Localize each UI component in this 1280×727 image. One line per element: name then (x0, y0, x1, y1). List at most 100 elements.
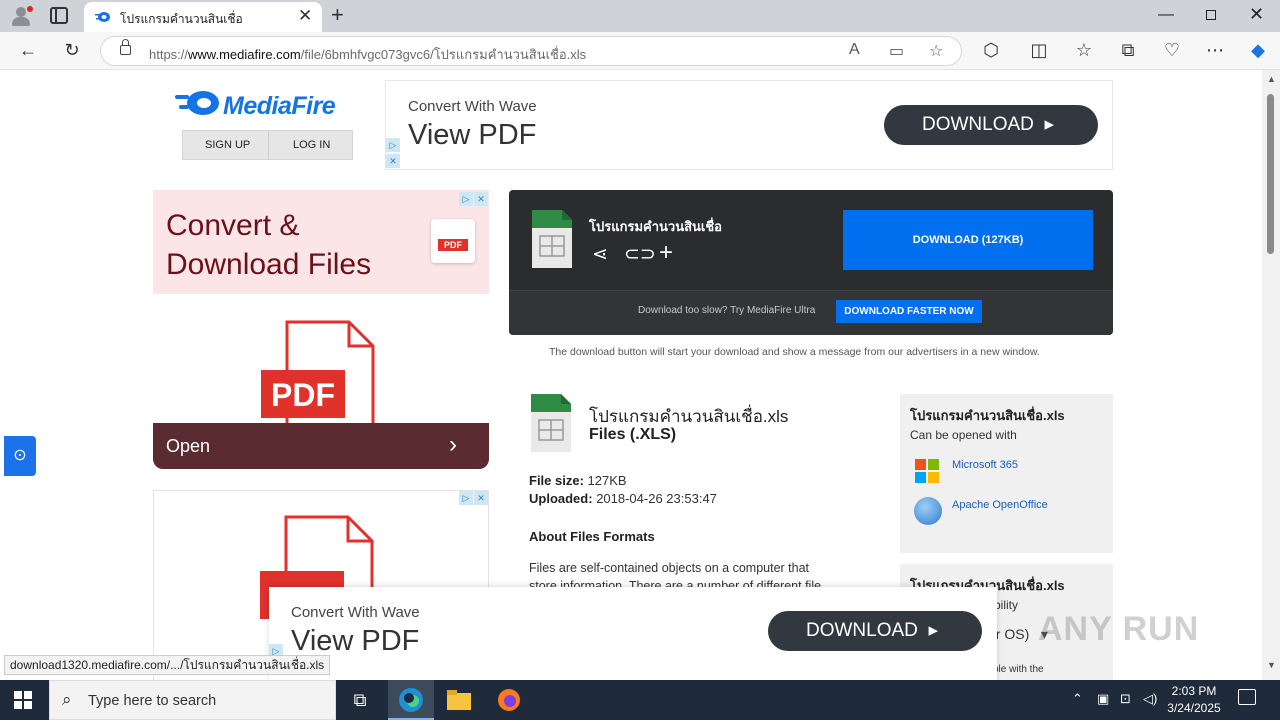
ad-title: View PDF (408, 119, 537, 151)
top-banner-ad[interactable]: Convert With Wave View PDF DOWNLOAD ▸ ▷ … (385, 80, 1113, 170)
log-in-button[interactable]: LOG IN (293, 139, 330, 151)
svg-text:PDF: PDF (271, 377, 335, 413)
download-button[interactable]: DOWNLOAD (127KB) (843, 210, 1093, 270)
open-with-subtitle: Can be opened with (910, 428, 1017, 442)
adchoices-icon[interactable]: ▷ (386, 138, 400, 152)
anyrun-watermark: ANY RUN (1038, 610, 1200, 648)
taskbar-search-input[interactable]: ⌕ Type here to search (49, 680, 336, 720)
browser-toolbar: ← ↻ https://www.mediafire.com/file/6bmhf… (0, 32, 1280, 70)
file-type: Files (.XLS) (589, 426, 677, 443)
address-bar[interactable]: https://www.mediafire.com/file/6bmhfvgc0… (100, 36, 962, 66)
refresh-icon[interactable]: ↻ (60, 39, 84, 61)
url-text[interactable]: https://www.mediafire.com/file/6bmhfvgc0… (149, 44, 586, 65)
left-ad[interactable]: Convert & Download Files PDF ▷ ✕ PDF Open… (153, 190, 489, 470)
network-icon[interactable]: ⊡ (1120, 691, 1131, 707)
browser-essentials-icon[interactable]: ♡ (1160, 39, 1184, 61)
file-name: โปรแกรมคำนวนสินเชื่อ (589, 219, 722, 234)
divider (268, 131, 269, 159)
download-faster-button[interactable]: DOWNLOAD FASTER NOW (836, 300, 982, 323)
clock-date: 3/24/2025 (1167, 701, 1221, 715)
scrollbar-thumb[interactable] (1267, 94, 1274, 254)
clock-time: 2:03 PM (1171, 684, 1217, 698)
tab-active[interactable]: โปรแกรมคำนวนสินเชื่อ ✕ (84, 2, 322, 32)
xls-file-icon (531, 394, 571, 452)
file-size: File size: 127KB (529, 473, 627, 488)
file-explorer-icon[interactable] (436, 680, 482, 720)
read-aloud-icon[interactable]: A (849, 41, 860, 59)
ad-close-icon[interactable]: ✕ (474, 192, 488, 206)
sign-up-button[interactable]: SIGN UP (205, 139, 250, 151)
app-link-microsoft-365[interactable]: Microsoft 365 (952, 459, 1018, 471)
immersive-reader-icon[interactable]: ▭ (889, 41, 904, 61)
pdf-large-icon: PDF (261, 320, 375, 440)
logo-text: MediaFire (223, 92, 336, 120)
ad-close-icon[interactable]: ✕ (474, 491, 488, 505)
window-close-icon[interactable]: ✕ (1249, 4, 1264, 25)
volume-icon[interactable]: ◁) (1143, 691, 1157, 707)
new-tab-icon[interactable]: + (331, 2, 344, 28)
windows-start-icon[interactable] (14, 691, 32, 709)
split-screen-icon[interactable]: ◫ (1027, 39, 1051, 61)
tab-close-icon[interactable]: ✕ (298, 6, 312, 26)
ad-open-label: Open (166, 436, 211, 456)
mediafire-logo-icon (175, 91, 219, 115)
back-icon[interactable]: ← (16, 39, 40, 61)
status-bar-url: download1320.mediafire.com/.../โปรแกรมคำ… (4, 655, 331, 675)
favorite-star-icon[interactable]: ☆ (929, 41, 943, 61)
scroll-down-icon[interactable]: ▼ (1267, 660, 1276, 670)
minimize-icon[interactable]: — (1158, 6, 1174, 24)
adchoices-icon[interactable]: ▷ (459, 192, 473, 206)
tab-bar: โปรแกรมคำนวนสินเชื่อ ✕ + — ✕ (0, 0, 1280, 32)
firefox-icon[interactable] (486, 680, 532, 720)
tab-title: โปรแกรมคำนวนสินเชื่อ (120, 12, 243, 26)
task-view-icon[interactable]: ⧉ (337, 680, 383, 720)
about-heading: About Files Formats (529, 529, 655, 544)
auth-buttons: SIGN UP LOG IN (182, 130, 353, 160)
ad-download-button[interactable]: DOWNLOAD ▸ (768, 611, 982, 651)
ad-open-button[interactable]: Open › (153, 423, 489, 469)
app-link-openoffice[interactable]: Apache OpenOffice (952, 499, 1048, 511)
mediafire-logo[interactable]: MediaFire (175, 88, 355, 122)
ad-close-icon[interactable]: ✕ (386, 154, 400, 168)
profile-icon[interactable] (8, 4, 34, 28)
add-icon[interactable]: + (659, 239, 673, 267)
adchoices-icon[interactable]: ▷ (459, 491, 473, 505)
microsoft-365-icon (915, 459, 939, 483)
tab-actions-icon[interactable] (50, 7, 68, 24)
ad-headline: Convert & Download Files (166, 209, 372, 281)
ad-title: View PDF (291, 625, 420, 657)
collections-icon[interactable]: ⧉ (1116, 39, 1140, 61)
copilot-icon[interactable]: ◆ (1246, 39, 1270, 61)
tray-device-icon[interactable]: ▣ (1097, 691, 1109, 707)
chevron-right-icon: › (449, 431, 457, 458)
notification-icon[interactable] (1238, 689, 1256, 705)
search-placeholder: Type here to search (88, 693, 217, 709)
xls-file-icon (532, 210, 572, 268)
maximize-icon[interactable] (1206, 10, 1216, 20)
openoffice-icon (914, 497, 942, 525)
copy-link-icon[interactable]: ⊂⊃ (624, 243, 656, 266)
ad-subtitle: Convert With Wave (408, 98, 537, 115)
lock-icon[interactable] (120, 39, 131, 55)
scroll-up-icon[interactable]: ▲ (1267, 74, 1276, 84)
pdf-small-icon: PDF (431, 219, 475, 263)
open-with-title: โปรแกรมคำนวนสินเชื่อ.xls (910, 408, 1065, 423)
slow-download-text: Download too slow? Try MediaFire Ultra (638, 305, 816, 316)
page-scrollbar[interactable]: ▲ ▼ (1262, 70, 1280, 680)
more-menu-icon[interactable]: ⋯ (1203, 39, 1227, 61)
ad-pink-panel: Convert & Download Files PDF (153, 190, 489, 294)
mediafire-favicon-icon (95, 12, 110, 22)
upload-date: Uploaded: 2018-04-26 23:53:47 (529, 491, 717, 506)
share-icon[interactable]: ⋖ (592, 243, 608, 266)
web-page: MediaFire SIGN UP LOG IN Convert With Wa… (0, 70, 1262, 680)
favorites-icon[interactable]: ☆ (1072, 39, 1096, 61)
feedback-widget-icon[interactable]: ⊙ (4, 436, 36, 476)
tray-chevron-up-icon[interactable]: ⌃ (1072, 691, 1083, 707)
extensions-icon[interactable]: ⬡ (979, 39, 1003, 61)
bottom-banner-ad[interactable]: Convert With Wave View PDF DOWNLOAD ▸ ▷ (269, 587, 997, 680)
taskbar: ⌕ Type here to search ⧉ ⌃ ▣ ⊡ ◁) 2:03 PM… (0, 680, 1280, 720)
taskbar-clock[interactable]: 2:03 PM 3/24/2025 (1160, 683, 1228, 717)
open-with-box: โปรแกรมคำนวนสินเชื่อ.xls Can be opened w… (900, 394, 1113, 553)
ad-download-button[interactable]: DOWNLOAD ▸ (884, 105, 1098, 145)
edge-taskbar-icon[interactable] (388, 680, 434, 720)
